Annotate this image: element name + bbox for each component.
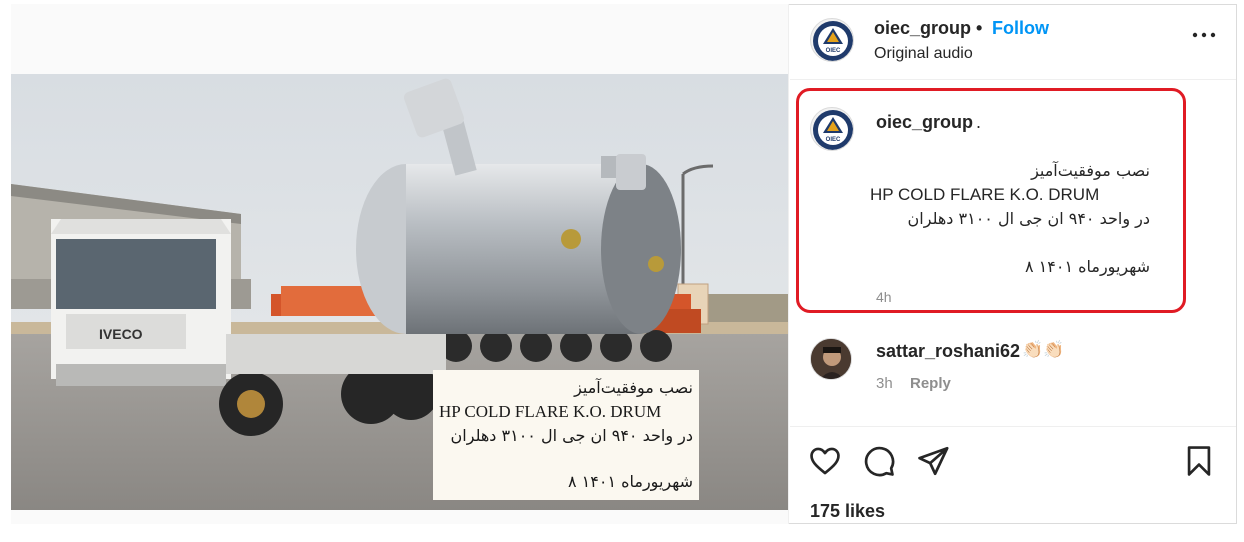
logo-text: OIEC	[826, 48, 841, 54]
reply-button[interactable]: Reply	[910, 375, 951, 392]
share-icon[interactable]	[916, 444, 950, 478]
heart-icon[interactable]	[808, 444, 842, 478]
follow-button[interactable]: Follow	[992, 18, 1049, 39]
comment-timestamp[interactable]: 3h	[876, 375, 893, 392]
caption-timestamp[interactable]: 4h	[876, 289, 892, 305]
person-photo-icon	[811, 339, 851, 379]
separator-dot: •	[976, 18, 983, 38]
bookmark-icon[interactable]	[1182, 444, 1216, 478]
caption-text: نصب موفقیت‌آمیز HP COLD FLARE K.O. DRUM …	[870, 159, 1150, 279]
comment-username[interactable]: sattar_roshani62	[876, 341, 1020, 362]
comment-icon[interactable]	[862, 444, 896, 478]
post-image[interactable]: IVECO نصب موفقیت‌آمیز HP COLD FLARE K.O.…	[11, 74, 788, 510]
overlay-date: شهریورماه ۱۴۰۱ ۸	[567, 472, 693, 491]
caption-suffix: .	[976, 112, 982, 132]
media-pane: IVECO نصب موفقیت‌آمیز HP COLD FLARE K.O.…	[11, 4, 789, 524]
overlay-title: نصب موفقیت‌آمیز	[574, 378, 693, 397]
oiec-logo-icon: OIEC	[813, 110, 853, 150]
post-side-panel: OIEC oiec_group • Follow Original audio …	[790, 4, 1236, 524]
caption-line-location: در واحد ۹۴۰ ان جی ال ۳۱۰۰ دهلران	[907, 209, 1150, 228]
caption-line-date: شهریورماه ۱۴۰۱ ۸	[1024, 257, 1150, 276]
audio-label[interactable]: Original audio	[874, 45, 973, 63]
comment-avatar[interactable]: OIEC	[810, 107, 854, 151]
oiec-logo-icon: OIEC	[813, 21, 853, 61]
overlay-equipment: HP COLD FLARE K.O. DRUM	[439, 402, 662, 421]
caption-username[interactable]: oiec_group	[876, 112, 973, 133]
truck-brand-label: IVECO	[99, 326, 143, 342]
image-caption-overlay: نصب موفقیت‌آمیز HP COLD FLARE K.O. DRUM …	[433, 370, 699, 500]
actions-divider	[790, 426, 1236, 427]
caption-line-title: نصب موفقیت‌آمیز	[1031, 161, 1150, 180]
post-header: OIEC oiec_group • Follow Original audio	[790, 4, 1236, 80]
overlay-location: در واحد ۹۴۰ ان جی ال ۳۱۰۰ دهلران	[450, 426, 693, 445]
likes-count[interactable]: 175 likes	[810, 501, 885, 522]
clapping-hands-icon: 👏🏻👏🏻	[1022, 340, 1065, 359]
logo-text: OIEC	[826, 137, 841, 143]
caption-line-equipment: HP COLD FLARE K.O. DRUM	[870, 185, 1100, 204]
author-username[interactable]: oiec_group	[874, 18, 971, 39]
commenter-avatar[interactable]	[810, 338, 852, 380]
more-options-icon[interactable]	[1192, 30, 1216, 40]
author-avatar[interactable]: OIEC	[810, 18, 854, 62]
